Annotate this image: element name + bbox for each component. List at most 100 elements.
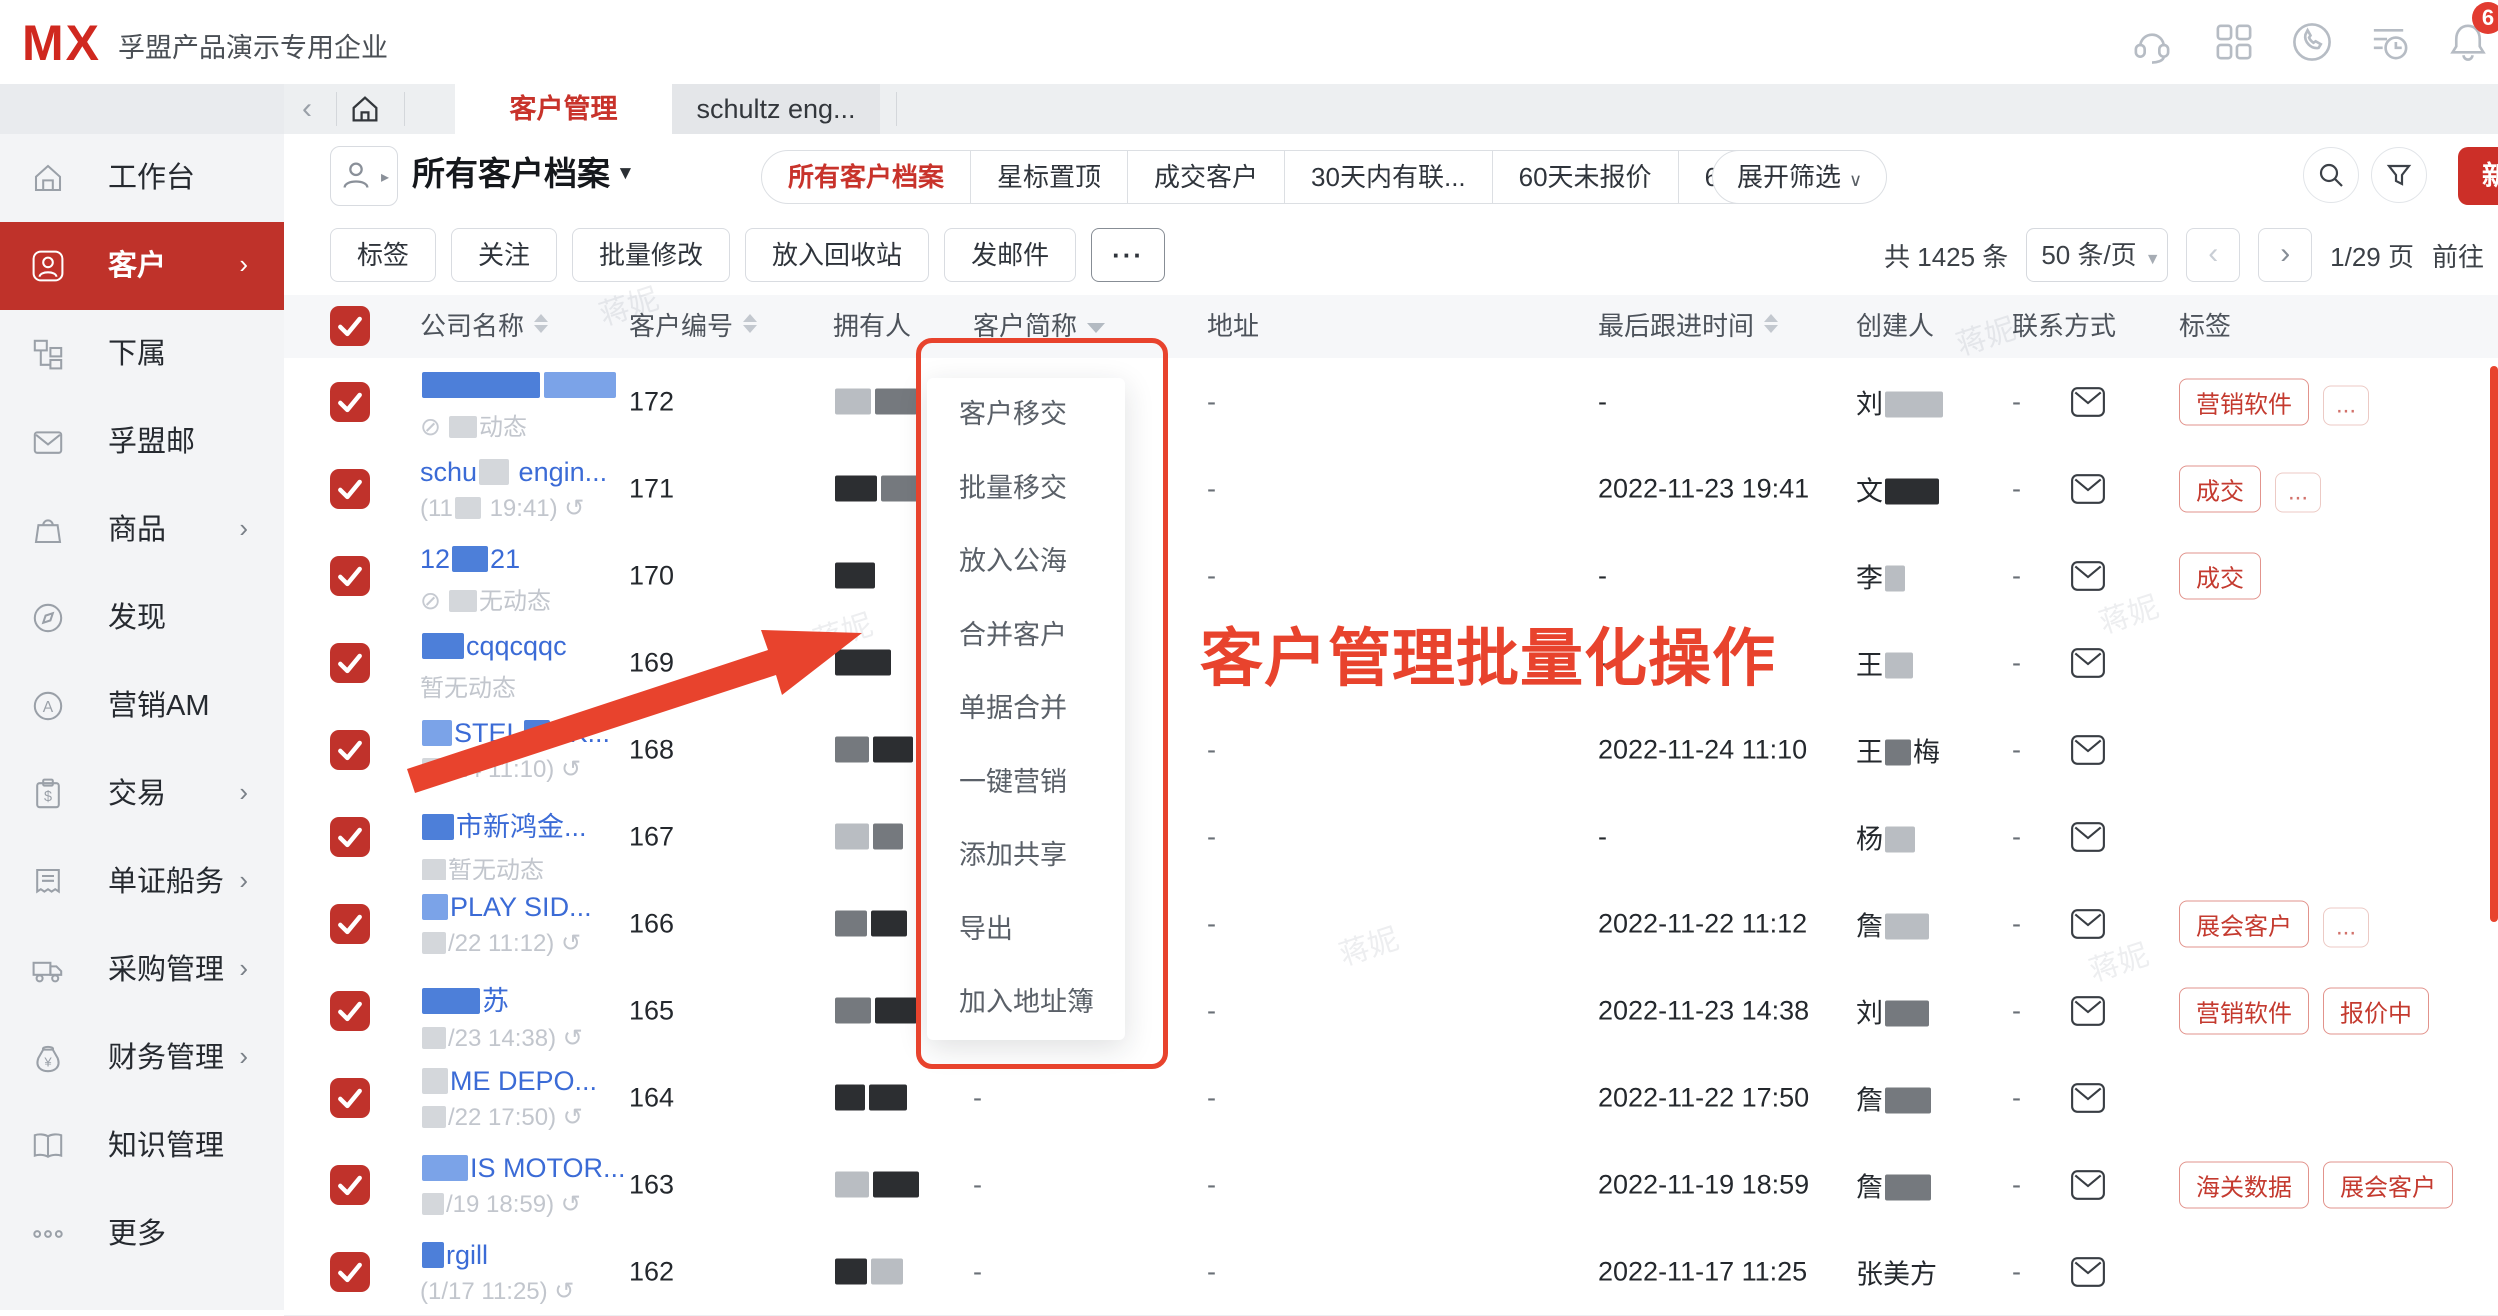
- send-email-icon[interactable]: [2070, 560, 2106, 592]
- action-button-3[interactable]: 批量修改: [572, 228, 730, 282]
- new-customer-button[interactable]: 新: [2458, 147, 2498, 205]
- table-row[interactable]: ME DEPO... /22 17:50) ↺ 164 - - 2022-11-…: [284, 1054, 2498, 1142]
- action-button-1[interactable]: 标签: [330, 228, 436, 282]
- select-all-checkbox[interactable]: [330, 306, 370, 346]
- send-email-icon[interactable]: [2070, 386, 2106, 418]
- sidebar-item-more[interactable]: 更多: [0, 1190, 284, 1278]
- send-email-icon[interactable]: [2070, 995, 2106, 1027]
- quick-filter-2[interactable]: 星标置顶: [970, 150, 1128, 204]
- action-button-5[interactable]: 发邮件: [944, 228, 1076, 282]
- action-button-4[interactable]: 放入回收站: [745, 228, 929, 282]
- filter-funnel-button[interactable]: [2371, 147, 2427, 203]
- table-row[interactable]: 苏 /23 14:38) ↺ 165 - 2022-11-23 14:38 刘 …: [284, 967, 2498, 1055]
- row-checkbox[interactable]: [330, 382, 370, 422]
- sort-icon[interactable]: [743, 314, 757, 333]
- company-name-link[interactable]: rgill: [420, 1240, 578, 1271]
- sidebar-item-deal[interactable]: $ 交易›: [0, 750, 284, 838]
- phone-bubble-icon[interactable]: [2290, 20, 2334, 64]
- column-header-1[interactable]: 公司名称: [420, 295, 548, 358]
- row-checkbox[interactable]: [330, 991, 370, 1031]
- prev-page-button[interactable]: ‹: [2186, 228, 2240, 282]
- sidebar-item-truck[interactable]: 采购管理›: [0, 926, 284, 1014]
- company-cell[interactable]: rgill (1/17 11:25) ↺: [420, 1240, 578, 1306]
- expand-filters-button[interactable]: 展开筛选∨: [1712, 150, 1887, 204]
- view-title[interactable]: 所有客户档案▼: [412, 147, 635, 195]
- row-checkbox[interactable]: [330, 817, 370, 857]
- search-button[interactable]: [2303, 147, 2359, 203]
- last-followup-cell: 2022-11-22 17:50: [1598, 1082, 1809, 1113]
- row-checkbox[interactable]: [330, 1252, 370, 1292]
- table-row[interactable]: ⊘动态 172 - - 刘 - 营销软件...: [284, 358, 2498, 446]
- sidebar-item-mail[interactable]: 孚盟邮: [0, 398, 284, 486]
- sidebar-item-person[interactable]: 客户›: [0, 222, 284, 310]
- company-cell[interactable]: PLAY SID... /22 11:12) ↺: [420, 892, 592, 958]
- sort-down-icon[interactable]: [1087, 323, 1105, 333]
- send-email-icon[interactable]: [2070, 1256, 2106, 1288]
- sidebar-item-acircle[interactable]: A 营销AM: [0, 662, 284, 750]
- company-name-link[interactable]: schu engin...: [420, 457, 607, 488]
- table-row[interactable]: schu engin... (11 19:41) ↺ 171 - 2022-11…: [284, 445, 2498, 533]
- company-cell[interactable]: ME DEPO... /22 17:50) ↺: [420, 1066, 597, 1132]
- sort-icon[interactable]: [1764, 314, 1778, 333]
- company-cell[interactable]: ⊘动态: [420, 370, 618, 442]
- company-name-link[interactable]: PLAY SID...: [420, 892, 592, 923]
- sidebar-item-org[interactable]: 下属: [0, 310, 284, 398]
- tab-schultz[interactable]: schultz eng...: [672, 84, 880, 134]
- company-name-link[interactable]: 苏: [420, 979, 587, 1018]
- send-email-icon[interactable]: [2070, 734, 2106, 766]
- sidebar-item-doc[interactable]: 单证船务›: [0, 838, 284, 926]
- company-name-link[interactable]: 1221: [420, 544, 555, 575]
- send-email-icon[interactable]: [2070, 473, 2106, 505]
- column-header-8: 联系方式: [2012, 295, 2116, 358]
- next-page-button[interactable]: ›: [2258, 228, 2312, 282]
- more-tags-chip[interactable]: ...: [2323, 385, 2369, 425]
- company-activity: /23 14:38) ↺: [420, 1024, 587, 1053]
- table-row[interactable]: rgill (1/17 11:25) ↺ 162 - - 2022-11-17 …: [284, 1228, 2498, 1316]
- sidebar-item-compass[interactable]: 发现: [0, 574, 284, 662]
- column-header-6[interactable]: 最后跟进时间: [1598, 295, 1778, 358]
- sidebar-item-bag[interactable]: 商品›: [0, 486, 284, 574]
- company-cell[interactable]: schu engin... (11 19:41) ↺: [420, 457, 607, 523]
- table-row[interactable]: IS MOTOR... /19 18:59) ↺ 163 - - 2022-11…: [284, 1141, 2498, 1229]
- row-checkbox[interactable]: [330, 556, 370, 596]
- quick-filter-4[interactable]: 30天内有联...: [1284, 150, 1493, 204]
- quick-filter-1[interactable]: 所有客户档案: [761, 150, 971, 204]
- send-email-icon[interactable]: [2070, 1169, 2106, 1201]
- home-tab-icon[interactable]: [348, 92, 382, 131]
- company-name-link[interactable]: ME DEPO...: [420, 1066, 597, 1097]
- company-name-link[interactable]: [420, 370, 618, 401]
- red-scrollbar[interactable]: [2490, 366, 2498, 922]
- action-button-2[interactable]: 关注: [451, 228, 557, 282]
- owner-filter-button[interactable]: ▸: [330, 146, 398, 206]
- row-checkbox[interactable]: [330, 643, 370, 683]
- send-email-icon[interactable]: [2070, 821, 2106, 853]
- company-cell[interactable]: 苏 /23 14:38) ↺: [420, 979, 587, 1053]
- quick-filter-3[interactable]: 成交客户: [1127, 150, 1285, 204]
- tab-back-chevron[interactable]: ‹: [302, 92, 312, 126]
- sidebar-item-home[interactable]: 工作台: [0, 134, 284, 222]
- tab-customer-management[interactable]: 客户管理: [455, 84, 672, 134]
- quick-filter-5[interactable]: 60天未报价: [1492, 150, 1679, 204]
- row-checkbox[interactable]: [330, 904, 370, 944]
- page-size-select[interactable]: 50 条/页▼: [2026, 228, 2168, 282]
- more-tags-chip[interactable]: ...: [2275, 472, 2321, 512]
- company-cell[interactable]: IS MOTOR... /19 18:59) ↺: [420, 1153, 626, 1219]
- row-checkbox[interactable]: [330, 1078, 370, 1118]
- headset-icon[interactable]: [2130, 20, 2174, 64]
- goto-page-link[interactable]: 前往: [2432, 237, 2484, 274]
- row-checkbox[interactable]: [330, 730, 370, 770]
- task-history-icon[interactable]: [2368, 20, 2412, 64]
- send-email-icon[interactable]: [2070, 647, 2106, 679]
- row-checkbox[interactable]: [330, 469, 370, 509]
- page-indicator: 1/29 页: [2330, 237, 2414, 274]
- more-tags-chip[interactable]: ...: [2323, 907, 2369, 947]
- send-email-icon[interactable]: [2070, 1082, 2106, 1114]
- send-email-icon[interactable]: [2070, 908, 2106, 940]
- apps-grid-icon[interactable]: [2212, 20, 2256, 64]
- sidebar-item-money[interactable]: ¥ 财务管理›: [0, 1014, 284, 1102]
- row-checkbox[interactable]: [330, 1165, 370, 1205]
- sort-icon[interactable]: [534, 314, 548, 333]
- more-actions-button[interactable]: ···: [1091, 228, 1165, 282]
- company-name-link[interactable]: IS MOTOR...: [420, 1153, 626, 1184]
- sidebar-item-book[interactable]: 知识管理: [0, 1102, 284, 1190]
